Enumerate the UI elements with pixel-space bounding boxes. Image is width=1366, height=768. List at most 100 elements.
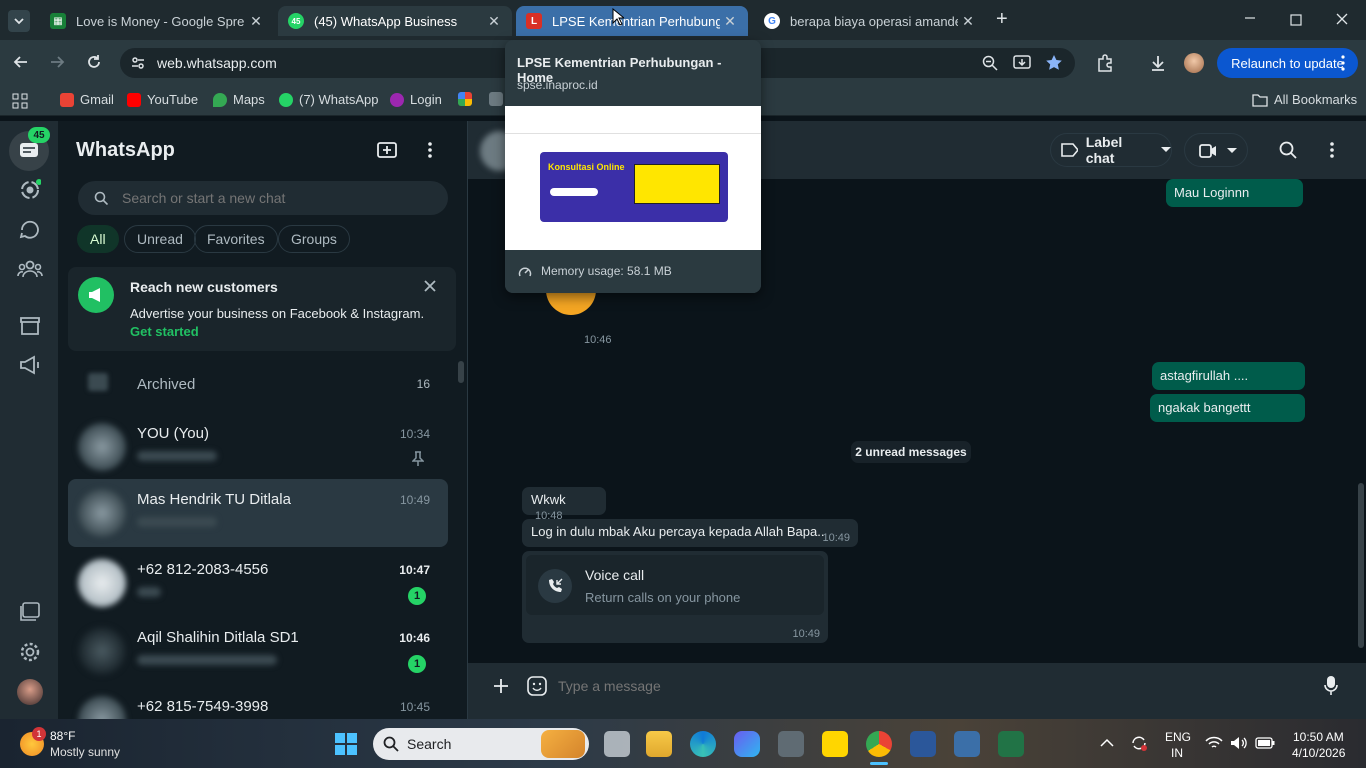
status-icon[interactable]	[19, 179, 41, 201]
incoming-message[interactable]: Wkwk 10:48	[522, 487, 606, 522]
close-icon[interactable]: ✕	[248, 13, 264, 30]
chevron-down-icon	[14, 18, 24, 25]
search-input[interactable]	[122, 188, 422, 208]
forward-button[interactable]	[48, 53, 66, 71]
label-chat-button[interactable]: Label chat	[1050, 133, 1172, 167]
get-started-link[interactable]: Get started	[130, 324, 199, 339]
volume-icon[interactable]	[1230, 736, 1248, 750]
close-icon[interactable]: ✕	[722, 13, 738, 30]
word-icon[interactable]	[910, 731, 936, 757]
menu-vertical-icon[interactable]	[1326, 140, 1338, 160]
copilot-icon[interactable]	[734, 731, 760, 757]
sticker-time: 10:46	[584, 334, 612, 346]
chat-row[interactable]: +62 815-7549-3998 10:45	[68, 686, 448, 719]
region-code[interactable]: IN	[1171, 746, 1183, 760]
maximize-button[interactable]	[1289, 13, 1303, 27]
sticky-notes-icon[interactable]	[822, 731, 848, 757]
new-tab-button[interactable]: +	[996, 8, 1008, 31]
download-icon[interactable]	[1149, 54, 1167, 72]
label-icon	[1061, 143, 1078, 157]
message-input[interactable]	[558, 675, 1278, 697]
file-explorer-icon[interactable]	[646, 731, 672, 757]
minimize-button[interactable]	[1243, 10, 1257, 24]
outgoing-message[interactable]: Mau Loginnn	[1166, 179, 1303, 207]
edge-icon[interactable]	[690, 731, 716, 757]
settings-gear-icon[interactable]	[19, 641, 41, 663]
outgoing-message[interactable]: astagfirullah ....	[1152, 362, 1305, 390]
advertise-icon[interactable]	[18, 355, 42, 375]
chat-row[interactable]: Aqil Shalihin Ditlala SD1 10:46 1	[68, 617, 448, 685]
outgoing-message[interactable]: ngakak bangettt	[1150, 394, 1305, 422]
new-chat-icon[interactable]	[377, 140, 399, 160]
tab-spreadsheet[interactable]: ▦ Love is Money - Google Spreadsheets ✕	[40, 6, 274, 36]
extensions-icon[interactable]	[1096, 54, 1114, 72]
windows-start-icon[interactable]	[334, 732, 358, 756]
calculator-icon[interactable]	[954, 731, 980, 757]
filter-groups[interactable]: Groups	[278, 225, 350, 253]
bookmark-login[interactable]: Login	[390, 92, 442, 107]
bookmark-star-icon[interactable]	[1045, 54, 1063, 72]
search-icon[interactable]	[1279, 141, 1297, 159]
conversation-scrollbar[interactable]	[1358, 483, 1364, 648]
filter-favorites[interactable]: Favorites	[194, 225, 278, 253]
tab-search-button[interactable]	[8, 10, 30, 32]
clock-time[interactable]: 10:50 AM	[1293, 730, 1344, 744]
language-code[interactable]: ENG	[1165, 730, 1191, 744]
weather-widget[interactable]: 1 88°F Mostly sunny	[18, 727, 138, 761]
microphone-icon[interactable]	[1324, 675, 1338, 697]
clock-date[interactable]: 4/10/2026	[1292, 746, 1345, 760]
excel-icon[interactable]	[998, 731, 1024, 757]
menu-vertical-icon[interactable]	[423, 140, 437, 160]
task-view-icon[interactable]	[604, 731, 630, 757]
bookmark-whatsapp[interactable]: (7) WhatsApp	[279, 92, 378, 107]
profile-avatar[interactable]	[1184, 53, 1204, 73]
profile-avatar[interactable]	[17, 679, 43, 705]
incoming-message[interactable]: Log in dulu mbak Aku percaya kepada Alla…	[522, 519, 858, 547]
chat-row[interactable]: Mas Hendrik TU Ditlala 10:49	[68, 479, 448, 547]
bookmark-photos[interactable]	[458, 92, 478, 106]
close-icon[interactable]: ✕	[960, 13, 976, 30]
install-app-icon[interactable]	[1013, 55, 1031, 71]
zoom-icon[interactable]	[982, 55, 998, 71]
catalog-icon[interactable]	[19, 316, 41, 336]
camera-icon[interactable]	[778, 731, 804, 757]
channels-icon[interactable]	[19, 219, 41, 241]
close-icon[interactable]	[423, 279, 437, 293]
bookmark-gmail[interactable]: Gmail	[60, 92, 114, 107]
communities-icon[interactable]	[17, 259, 43, 279]
sync-icon[interactable]	[1130, 734, 1148, 752]
more-vertical-icon[interactable]	[1336, 54, 1350, 72]
site-info-icon[interactable]	[130, 55, 146, 71]
all-bookmarks[interactable]: All Bookmarks	[1252, 92, 1357, 107]
chevron-up-icon[interactable]	[1100, 738, 1114, 748]
filter-all[interactable]: All	[77, 225, 119, 253]
battery-icon[interactable]	[1255, 737, 1275, 749]
close-window-button[interactable]	[1335, 12, 1349, 26]
close-icon[interactable]: ✕	[486, 13, 502, 30]
tab-whatsapp[interactable]: 45 (45) WhatsApp Business ✕	[278, 6, 512, 36]
search-box[interactable]	[78, 181, 448, 215]
bookmark-youtube[interactable]: YouTube	[127, 92, 198, 107]
reload-button[interactable]	[85, 53, 103, 71]
tab-lpse[interactable]: L LPSE Kementrian Perhubungan ✕	[516, 6, 748, 36]
chat-list-scrollbar[interactable]	[458, 361, 464, 383]
plus-icon[interactable]	[493, 678, 509, 694]
nav-chats[interactable]: 45	[9, 127, 50, 171]
taskbar-search[interactable]: Search	[373, 728, 589, 760]
bookmark-maps[interactable]: Maps	[213, 92, 265, 107]
chat-time: 10:49	[399, 493, 430, 507]
back-button[interactable]	[12, 53, 30, 71]
filter-unread[interactable]: Unread	[124, 225, 196, 253]
voice-call-message[interactable]: Voice call Return calls on your phone 10…	[522, 551, 828, 643]
media-icon[interactable]	[19, 602, 41, 622]
message-preview	[137, 587, 161, 597]
chat-row[interactable]: +62 812-2083-4556 10:47 1	[68, 549, 448, 617]
wifi-icon[interactable]	[1205, 736, 1223, 750]
emoji-icon[interactable]	[527, 676, 547, 696]
tab-google-search[interactable]: G berapa biaya operasi amandel ✕	[754, 6, 986, 36]
archived-row[interactable]: Archived 16	[68, 361, 448, 405]
chat-row[interactable]: YOU (You) 10:34	[68, 413, 448, 481]
chrome-icon[interactable]	[866, 731, 892, 757]
video-call-button[interactable]	[1184, 133, 1248, 167]
apps-grid-icon[interactable]	[12, 93, 28, 109]
